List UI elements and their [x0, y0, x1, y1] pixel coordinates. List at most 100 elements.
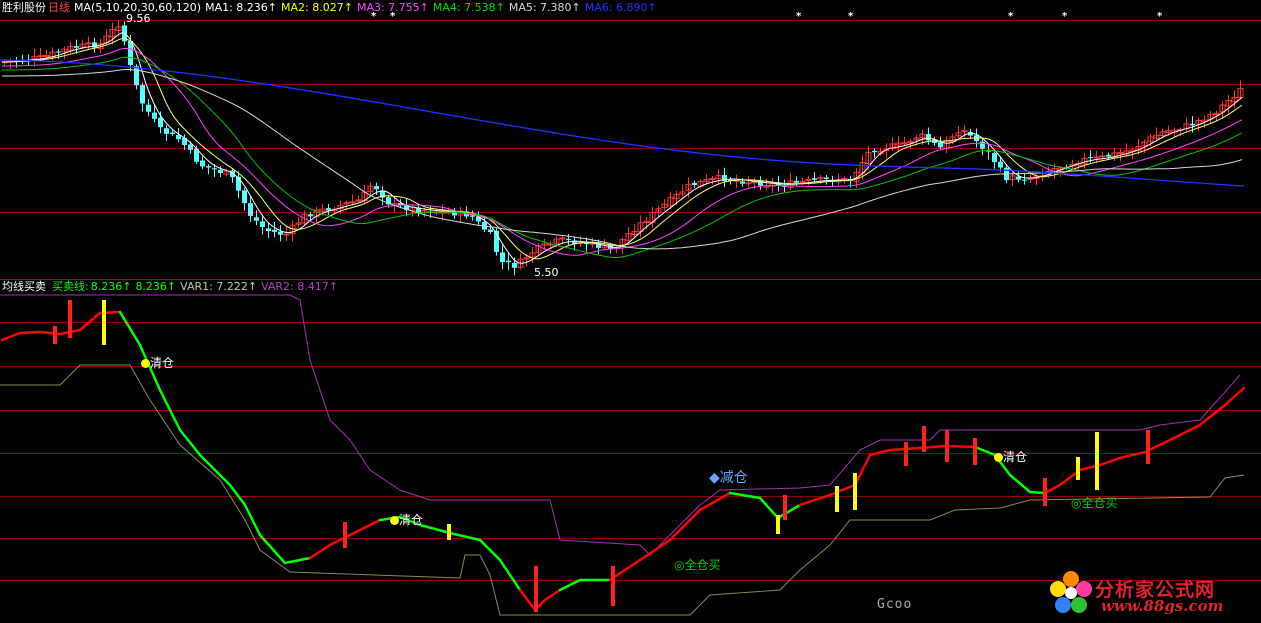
candle-body-down	[74, 46, 79, 48]
buysell-line-segment	[868, 448, 892, 457]
indicator-name[interactable]: 均线买卖	[2, 280, 46, 293]
candle-body-down	[812, 178, 817, 180]
signal-bar	[853, 473, 857, 510]
ma-value-5: MA5: 7.380↑	[508, 1, 581, 14]
signal-bar	[945, 430, 949, 462]
signal-bar	[447, 524, 451, 540]
buysell-line-segment	[18, 330, 42, 335]
buysell-line-segment	[728, 491, 762, 500]
candle-body-down	[992, 152, 997, 163]
candle-body-down	[260, 221, 265, 227]
buysell-line-segment	[1043, 483, 1062, 495]
signal-bar	[611, 566, 615, 606]
candle-body-down	[794, 180, 799, 183]
candle-body-down	[1022, 179, 1027, 181]
buysell-line-segment	[1198, 403, 1227, 427]
indicator-header: 均线买卖 买卖线: 8.236↑ 8.236↑ VAR1: 7.222↑ VAR2: 8.…	[2, 280, 346, 293]
signal-buy-1: ◎全仓买	[674, 558, 721, 572]
candle-body-up	[745, 182, 752, 185]
candle-body-down	[134, 66, 139, 86]
candle-body-up	[961, 130, 968, 133]
candle-body-down	[872, 150, 877, 153]
indicator-value-1: 8.236↑	[90, 280, 132, 293]
signal-bar	[68, 300, 72, 338]
stock-name[interactable]: 胜利股份	[2, 1, 46, 14]
candle-body-down	[206, 166, 211, 168]
buysell-line-segment	[943, 444, 977, 449]
ma3-line	[2, 47, 1243, 256]
candle-body-up	[901, 142, 908, 145]
buysell-line-segment	[853, 453, 872, 487]
buysell-line-segment	[758, 496, 780, 520]
candle-body-down	[140, 85, 145, 104]
signal-bar	[904, 442, 908, 466]
candle-body-down	[488, 229, 493, 233]
signal-bar	[776, 515, 780, 534]
candle-body-down	[200, 160, 205, 167]
candle-body-down	[152, 112, 157, 119]
candle-body-down	[308, 214, 313, 217]
candle-body-down	[326, 208, 331, 211]
candle-body-down	[566, 238, 571, 240]
buysell-line-segment	[0, 331, 22, 342]
candle-body-down	[56, 51, 61, 53]
ma-value-6: MA6: 6.890↑	[584, 1, 657, 14]
buysell-line-segment	[1223, 386, 1246, 407]
candle-body-down	[512, 262, 517, 268]
candle-body-up	[37, 55, 44, 58]
candle-body-down	[218, 169, 223, 173]
candle-body-up	[1093, 156, 1100, 159]
signal-bar	[783, 495, 787, 520]
buysell-line-segment	[1028, 490, 1047, 495]
var2-line	[0, 294, 1241, 556]
candle-body-down	[158, 117, 163, 128]
signal-bar	[922, 426, 926, 452]
buyline-label: 买卖线:	[52, 280, 89, 293]
candle-body-down	[824, 177, 829, 179]
candle-body-down	[1016, 176, 1021, 180]
candle-body-down	[242, 190, 247, 204]
ma-value-4: MA4: 7.538↑	[432, 1, 505, 14]
buysell-line-segment	[198, 453, 232, 487]
signal-buy-2: ◎全仓买	[1071, 496, 1118, 510]
candle-body-down	[980, 141, 985, 149]
buysell-line-segment	[1008, 473, 1032, 494]
candle-body-down	[254, 217, 259, 221]
candle-body-down	[1190, 123, 1195, 126]
signal-clear-2: 清仓	[390, 511, 423, 528]
candle-body-down	[188, 144, 193, 150]
candle-body-down	[278, 231, 283, 235]
signal-bar	[534, 566, 538, 612]
indicator-value-3: VAR1: 7.222↑	[180, 280, 258, 293]
candle-body-down	[926, 134, 931, 141]
candle-body-down	[692, 182, 697, 185]
period-label[interactable]: 日线	[48, 1, 70, 14]
chart-canvas[interactable]	[0, 0, 1261, 623]
ma5-line	[2, 68, 1243, 250]
watermark: 分析家公式网 www.88gs.com Gcoo	[877, 567, 1255, 619]
candle-body-down	[998, 161, 1003, 168]
candle-body-down	[128, 41, 133, 65]
signal-bar	[1076, 457, 1080, 480]
flower-logo-icon	[1050, 571, 1092, 613]
candle-body-down	[248, 203, 253, 216]
buysell-line-segment	[228, 483, 247, 507]
candle-body-down	[266, 228, 271, 232]
buysell-line-segment	[348, 518, 382, 537]
candle-body-down	[1088, 156, 1093, 158]
star-marker: *	[371, 11, 377, 22]
high-price-label: 9.56	[126, 12, 151, 25]
yellow-dot-icon	[390, 516, 399, 525]
indicator-values: 8.236↑ 8.236↑ VAR1: 7.222↑ VAR2: 8.417↑	[91, 280, 342, 293]
buysell-line-segment	[498, 558, 522, 592]
ma-value-2: MA2: 8.027↑	[281, 1, 353, 14]
candle-body-up	[907, 140, 914, 143]
candle-body-up	[1027, 177, 1034, 180]
signal-bar	[53, 326, 57, 344]
buysell-line-segment	[178, 428, 202, 457]
buysell-line-segment	[418, 523, 452, 535]
signal-bar	[1146, 430, 1150, 464]
signal-clear-3: 清仓	[994, 448, 1027, 465]
candle-body-down	[170, 132, 175, 135]
buysell-line-segment	[1118, 450, 1147, 460]
